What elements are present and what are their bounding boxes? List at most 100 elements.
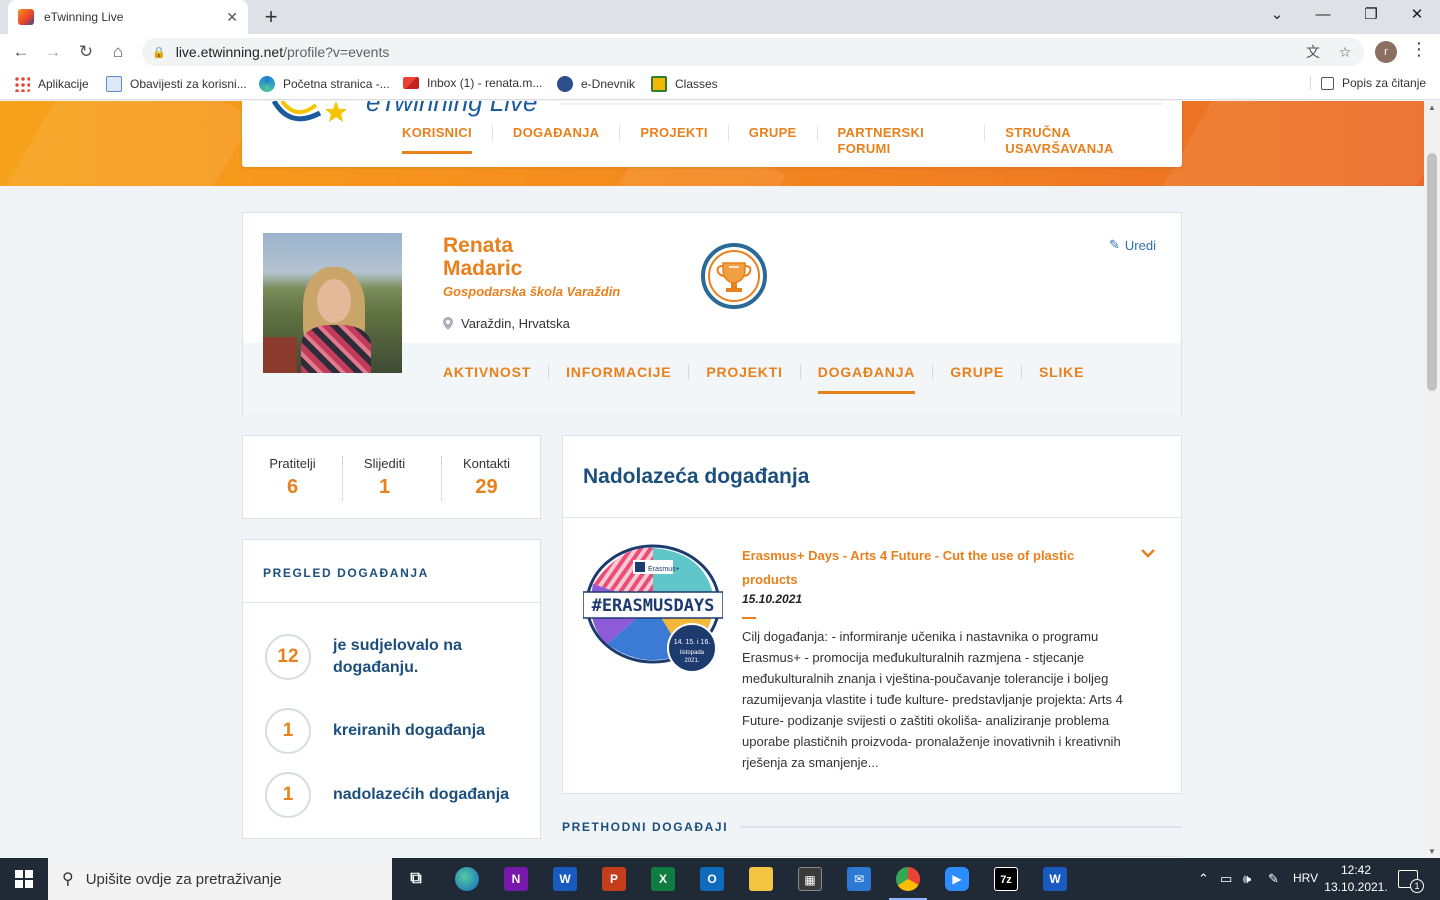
bookmark-star-icon[interactable]: ☆ [1334,42,1356,62]
bookmark-classes[interactable]: Classes [651,76,718,92]
network-icon[interactable]: ▭ [1220,871,1232,887]
scroll-down-icon[interactable]: ▼ [1424,847,1440,856]
bookmark-label: Classes [675,77,718,91]
tab-aktivnost[interactable]: AKTIVNOST [443,364,548,380]
tab-informacije[interactable]: INFORMACIJE [548,364,688,380]
erasmusdays-image[interactable]: Erasmus+ #ERASMUSDAYS 14. 15. i 16. list… [583,544,723,674]
tab-grupe[interactable]: GRUPE [932,364,1021,380]
edit-profile-button[interactable]: ✎ Uredi [1109,237,1156,253]
profile-name: Renata Madaric [443,234,522,280]
banner-shape [7,101,253,186]
taskbar-clock[interactable]: 12:42 13.10.2021. [1324,862,1388,896]
photo-scarf [301,325,371,373]
close-window-icon[interactable]: ✕ [1394,0,1440,30]
outlook-taskbar-icon[interactable]: O [700,867,724,891]
pencil-icon: ✎ [1109,237,1120,252]
clock-date: 13.10.2021. [1324,880,1388,894]
reading-list[interactable]: Popis za čitanje [1310,76,1426,90]
bookmark-apps[interactable]: Aplikacije [14,76,89,92]
word-taskbar-icon-2[interactable]: W [1043,867,1067,891]
restore-icon[interactable]: ❐ [1348,0,1394,30]
profile-school[interactable]: Gospodarska škola Varaždin [443,284,620,299]
onenote-taskbar-icon[interactable]: N [504,867,528,891]
event-title[interactable]: Erasmus+ Days - Arts 4 Future - Cut the … [742,544,1102,592]
tab-dogadanja[interactable]: DOGAĐANJA [799,364,932,394]
tab-slike[interactable]: SLIKE [1021,364,1101,380]
photo-face [317,279,351,323]
nav-grupe[interactable]: GRUPE [727,125,817,141]
browser-tab[interactable]: eTwinning Live ✕ [8,0,248,34]
forward-icon[interactable]: → [40,39,66,65]
bookmark-obavijesti[interactable]: Obavijesti za korisni... [106,76,247,92]
profile-first-name: Renata [443,234,514,257]
count-circle: 12 [265,634,311,680]
overview-row-text: kreiranih događanja [333,722,486,739]
page-scrollbar[interactable]: ▲ ▼ [1424,101,1440,858]
7zip-taskbar-icon[interactable]: 7z [994,867,1018,891]
stat-kontakti[interactable]: Kontakti 29 [437,456,536,499]
windows-logo-icon [15,870,33,888]
lock-icon[interactable]: 🔒 [152,46,166,59]
photo-roof [263,337,297,373]
bookmark-inbox[interactable]: Inbox (1) - renata.m... [403,76,542,90]
stat-pratitelji[interactable]: Pratitelji 6 [243,456,342,499]
reload-icon[interactable]: ↻ [73,39,99,65]
stat-value: 1 [378,476,391,498]
translate-icon[interactable]: 文 [1302,42,1324,62]
zoom-taskbar-icon[interactable]: ▶ [945,867,969,891]
file-explorer-taskbar-icon[interactable] [749,867,773,891]
events-overview: PREGLED DOGAĐANJA 12 je sudjelovalo na d… [242,539,541,839]
store-taskbar-icon[interactable]: ▦ [798,867,822,891]
profile-photo [263,233,402,373]
taskbar-search[interactable]: ⚲ Upišite ovdje za pretraživanje [48,858,392,900]
profile-avatar[interactable]: r [1375,41,1397,63]
chevron-down-icon[interactable] [1141,548,1155,558]
tab-projekti[interactable]: PROJEKTI [688,364,799,380]
excel-taskbar-icon[interactable]: X [651,867,675,891]
previous-events-line [740,826,1182,828]
stat-slijediti[interactable]: Slijediti 1 [335,456,434,499]
profile-stats: Pratitelji 6 Slijediti 1 Kontakti 29 [242,435,541,519]
volume-icon[interactable]: 🕪 [1243,871,1251,887]
bookmark-ednevnik[interactable]: e-Dnevnik [557,76,635,92]
notifications-icon[interactable]: 1 [1398,870,1424,893]
edge-icon [259,76,275,92]
scrollbar-thumb[interactable] [1427,153,1437,391]
minimize-icon[interactable]: — [1300,0,1346,30]
image-month: listopada [680,650,705,656]
task-view-icon[interactable]: ⧉ [404,867,428,891]
bookmark-label: Obavijesti za korisni... [130,77,247,91]
mail-taskbar-icon[interactable]: ✉ [847,867,871,891]
word-taskbar-icon[interactable]: W [553,867,577,891]
back-icon[interactable]: ← [8,39,34,65]
scroll-up-icon[interactable]: ▲ [1424,103,1440,112]
windows-taskbar: ⚲ Upišite ovdje za pretraživanje ⧉ N W P… [0,858,1440,900]
count-circle: 1 [265,772,311,818]
edit-label: Uredi [1124,237,1156,253]
previous-events-title: PRETHODNI DOGAĐAJI [562,820,729,834]
start-button[interactable] [0,858,48,900]
tab-search-icon[interactable]: ⌄ [1254,0,1300,30]
bookmark-pocetna[interactable]: Početna stranica -... [259,76,390,92]
url-text: live.etwinning.net/profile?v=events [176,44,390,60]
close-tab-icon[interactable]: ✕ [226,9,238,26]
etwinning-logo[interactable]: eTwinning Live [270,101,550,131]
home-icon[interactable]: ⌂ [105,39,131,65]
trophy-badge-icon[interactable] [701,243,767,309]
event-date: 15.10.2021 [742,592,803,606]
powerpoint-taskbar-icon[interactable]: P [602,867,626,891]
browser-toolbar: ← → ↻ ⌂ 🔒 live.etwinning.net/profile?v=e… [0,34,1440,70]
nav-projekti[interactable]: PROJEKTI [619,125,727,141]
bookmark-label: e-Dnevnik [581,77,636,91]
edge-taskbar-icon[interactable] [455,867,479,891]
image-brand: Erasmus+ [648,566,680,573]
new-tab-icon[interactable]: + [259,4,283,30]
pen-workspace-icon[interactable]: ✎ [1268,871,1279,887]
tray-chevron-up-icon[interactable]: ⌃ [1198,871,1209,887]
nav-strucna-usavrsavanja[interactable]: STRUČNA USAVRŠAVANJA [984,125,1182,156]
chrome-taskbar-icon[interactable] [896,867,920,891]
nav-partnerski-forumi[interactable]: PARTNERSKI FORUMI [816,125,985,156]
language-indicator[interactable]: HRV [1293,871,1318,885]
address-bar[interactable]: 🔒 live.etwinning.net/profile?v=events 文 … [142,38,1364,66]
browser-menu-icon[interactable]: ⋮ [1410,39,1428,60]
